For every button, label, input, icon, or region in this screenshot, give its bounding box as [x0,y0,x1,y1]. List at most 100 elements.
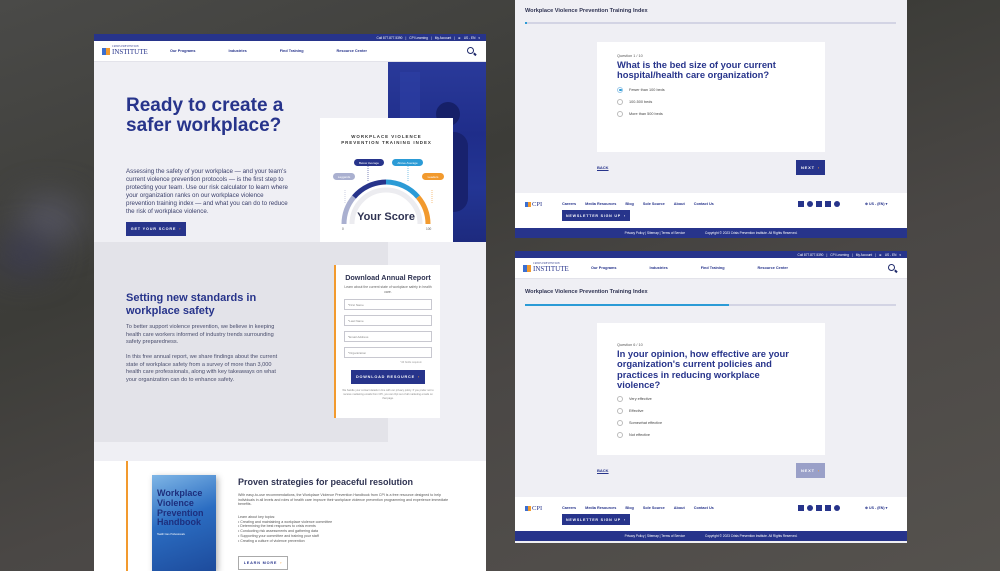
radio[interactable] [617,396,623,403]
nav-find-training[interactable]: Find Training [280,49,304,53]
answer-option[interactable]: Somewhat effective [617,420,805,427]
footer-link-blog[interactable]: Blog [625,506,633,510]
radio[interactable] [617,110,623,117]
logo-text-big: INSTITUTE [112,47,148,56]
footer-link-about[interactable]: About [674,202,685,206]
next-button-disabled[interactable]: NEXT › [796,463,825,478]
report-section-p2: In this free annual report, we share fin… [126,354,278,383]
footer-link-careers[interactable]: Careers [562,506,576,510]
footer-link-blog[interactable]: Blog [625,202,633,206]
organization-field[interactable]: *Organization [344,347,432,359]
search-icon[interactable] [467,47,474,54]
answer-option[interactable]: Effective [617,408,805,415]
footer-link-sole-source[interactable]: Sole Source [643,506,665,510]
hero-title: Ready to create a safer workplace? [126,95,284,136]
logo-text-big: INSTITUTE [533,264,569,273]
footer-link-contact[interactable]: Contact Us [694,202,714,206]
youtube-icon[interactable] [816,505,822,511]
download-resource-button[interactable]: DOWNLOAD RESOURCE › [351,370,425,385]
email-field[interactable]: *Email Address [344,331,432,343]
twitter-icon[interactable] [798,505,804,511]
phone-link[interactable]: Call 877.877.5390 [798,253,824,257]
cpi-learning-link[interactable]: CPI Learning [830,253,849,257]
footer-link-about[interactable]: About [674,506,685,510]
newsletter-signup-button[interactable]: NEWSLETTER SIGN UP › [562,514,630,525]
privacy-policy-link[interactable]: Privacy Policy [625,534,645,538]
answer-option[interactable]: Fewer than 100 beds [617,86,805,93]
question-text: What is the bed size of your current hos… [617,59,776,81]
cpi-logo[interactable]: CRISIS PREVENTION INSTITUTE [523,263,571,273]
nav-industries[interactable]: Industries [650,266,668,270]
required-note: *All fields required. [400,361,422,365]
facebook-icon[interactable] [807,201,813,207]
footer-link-media[interactable]: Media Resources [585,506,616,510]
terms-link[interactable]: Terms of Service [661,534,685,538]
form-fine-print: We handle your contact details in line w… [342,389,434,400]
chevron-right-icon: › [417,375,421,380]
my-account-link[interactable]: My Account [435,36,451,40]
footer-logo[interactable]: CPI [525,505,542,512]
answer-option[interactable]: Very effective [617,396,805,403]
get-your-score-button[interactable]: GET YOUR SCORE › [126,222,186,236]
youtube-icon[interactable] [816,201,822,207]
logo-mark-icon [525,202,531,207]
handbook-title: Proven strategies for peaceful resolutio… [238,477,414,487]
phone-link[interactable]: Call 877.877.5390 [377,36,403,40]
footer-link-sole-source[interactable]: Sole Source [643,202,665,206]
radio[interactable] [617,98,623,105]
nav-industries[interactable]: Industries [229,49,247,53]
cpi-logo[interactable]: CRISIS PREVENTION INSTITUTE [102,46,150,56]
back-link[interactable]: BACK [597,165,609,170]
answer-option[interactable]: More than 500 beds [617,110,805,117]
footer-link-careers[interactable]: Careers [562,202,576,206]
answer-option[interactable]: Not effective [617,432,805,439]
cpi-learning-link[interactable]: CPI Learning [409,36,428,40]
form-subtitle: Learn about the current state of workpla… [344,285,432,294]
label-below-average: Below Average [359,161,379,165]
copyright: Copyright © 2023 Crisis Prevention Insti… [705,231,798,235]
last-name-field[interactable]: *Last Name [344,315,432,327]
sitemap-link[interactable]: Sitemap [647,231,659,235]
logo-mark-icon [523,264,531,272]
radio[interactable] [617,408,623,415]
first-name-field[interactable]: *First Name [344,299,432,311]
question-card: Question 6 / 10 In your opinion, how eff… [597,323,825,455]
background-blur [0,240,50,270]
footer-link-contact[interactable]: Contact Us [694,506,714,510]
footer-locale-selector[interactable]: ⊕ US - (EN) ▾ [865,202,887,206]
locale-selector[interactable]: US - EN [464,36,476,40]
learn-more-button[interactable]: LEARN MORE › [238,556,288,570]
facebook-icon[interactable] [807,505,813,511]
footer-locale-selector[interactable]: ⊕ US - (EN) ▾ [865,506,887,510]
back-link[interactable]: BACK [597,468,609,473]
sitemap-link[interactable]: Sitemap [647,534,659,538]
search-icon[interactable] [888,264,895,271]
radio[interactable] [617,420,623,427]
nav-our-programs[interactable]: Our Programs [170,49,196,53]
nav-find-training[interactable]: Find Training [701,266,725,270]
pinterest-icon[interactable] [834,505,840,511]
next-button[interactable]: NEXT › [796,160,825,175]
score-gauge: Laggards Below Average Above Average Lea… [333,159,444,231]
button-label: DOWNLOAD RESOURCE [355,375,415,380]
pinterest-icon[interactable] [834,201,840,207]
nav-our-programs[interactable]: Our Programs [591,266,617,270]
linkedin-icon[interactable] [825,201,831,207]
terms-link[interactable]: Terms of Service [661,231,685,235]
privacy-policy-link[interactable]: Privacy Policy [625,231,645,235]
logo-mark-icon [525,506,531,511]
nav-resource-center[interactable]: Resource Center [758,266,788,270]
label-above-average: Above Average [397,161,418,165]
social-links [798,201,840,207]
nav-resource-center[interactable]: Resource Center [337,49,367,53]
footer-logo[interactable]: CPI [525,201,542,208]
radio[interactable] [617,432,623,439]
twitter-icon[interactable] [798,201,804,207]
locale-selector[interactable]: US - EN [885,253,897,257]
footer-link-media[interactable]: Media Resources [585,202,616,206]
answer-option[interactable]: 100-500 beds [617,98,805,105]
radio-selected[interactable] [617,86,623,93]
my-account-link[interactable]: My Account [856,253,872,257]
newsletter-signup-button[interactable]: NEWSLETTER SIGN UP › [562,210,630,221]
linkedin-icon[interactable] [825,505,831,511]
